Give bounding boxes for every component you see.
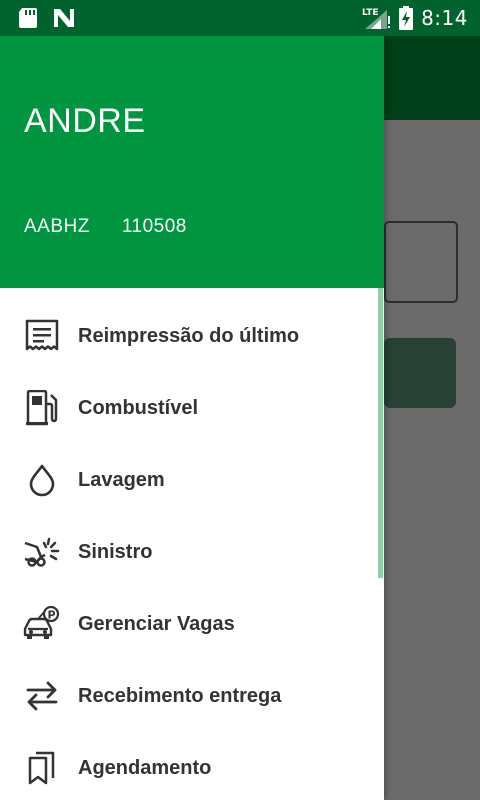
sd-card-icon [18,7,38,29]
drawer-scrollbar[interactable] [378,288,383,578]
menu-label: Agendamento [78,756,212,779]
menu-item-combustivel[interactable]: Combustível [0,372,384,444]
drawer-header: ANDRE AABHZ 110508 [0,36,384,288]
n-notification-icon [52,7,76,29]
fuel-pump-icon [0,390,78,426]
lte-signal-icon: LTE [361,6,391,30]
car-crash-icon [0,535,78,569]
menu-item-sinistro[interactable]: Sinistro [0,516,384,588]
parking-car-icon: P [0,605,78,643]
bookmarks-icon [0,750,78,786]
menu-label: Lavagem [78,468,165,491]
menu-label: Gerenciar Vagas [78,612,235,635]
water-drop-icon [0,463,78,497]
menu-item-gerenciar-vagas[interactable]: P Gerenciar Vagas [0,588,384,660]
menu-label: Combustível [78,396,199,419]
menu-label: Recebimento entrega [78,684,282,707]
user-name: ANDRE [24,102,146,140]
drawer-menu: Reimpressão do último Combustível Lavage… [0,288,384,800]
menu-label: Sinistro [78,540,153,563]
navigation-drawer: ANDRE AABHZ 110508 Reimpressão do último [0,36,384,800]
menu-item-lavagem[interactable]: Lavagem [0,444,384,516]
svg-text:LTE: LTE [362,8,379,18]
status-time: 8:14 [421,6,468,30]
menu-item-agendamento[interactable]: Agendamento [0,732,384,800]
status-bar: LTE 8:14 [0,0,480,36]
user-id: 110508 [121,216,187,237]
battery-charging-icon [399,6,414,30]
swap-arrows-icon [0,680,78,712]
user-meta: AABHZ 110508 [24,216,187,238]
user-code: AABHZ [24,216,90,237]
menu-label: Reimpressão do último [78,324,300,347]
menu-item-reimpressao[interactable]: Reimpressão do último [0,300,384,372]
menu-item-recebimento-entrega[interactable]: Recebimento entrega [0,660,384,732]
receipt-icon [0,319,78,353]
svg-text:P: P [48,609,56,622]
